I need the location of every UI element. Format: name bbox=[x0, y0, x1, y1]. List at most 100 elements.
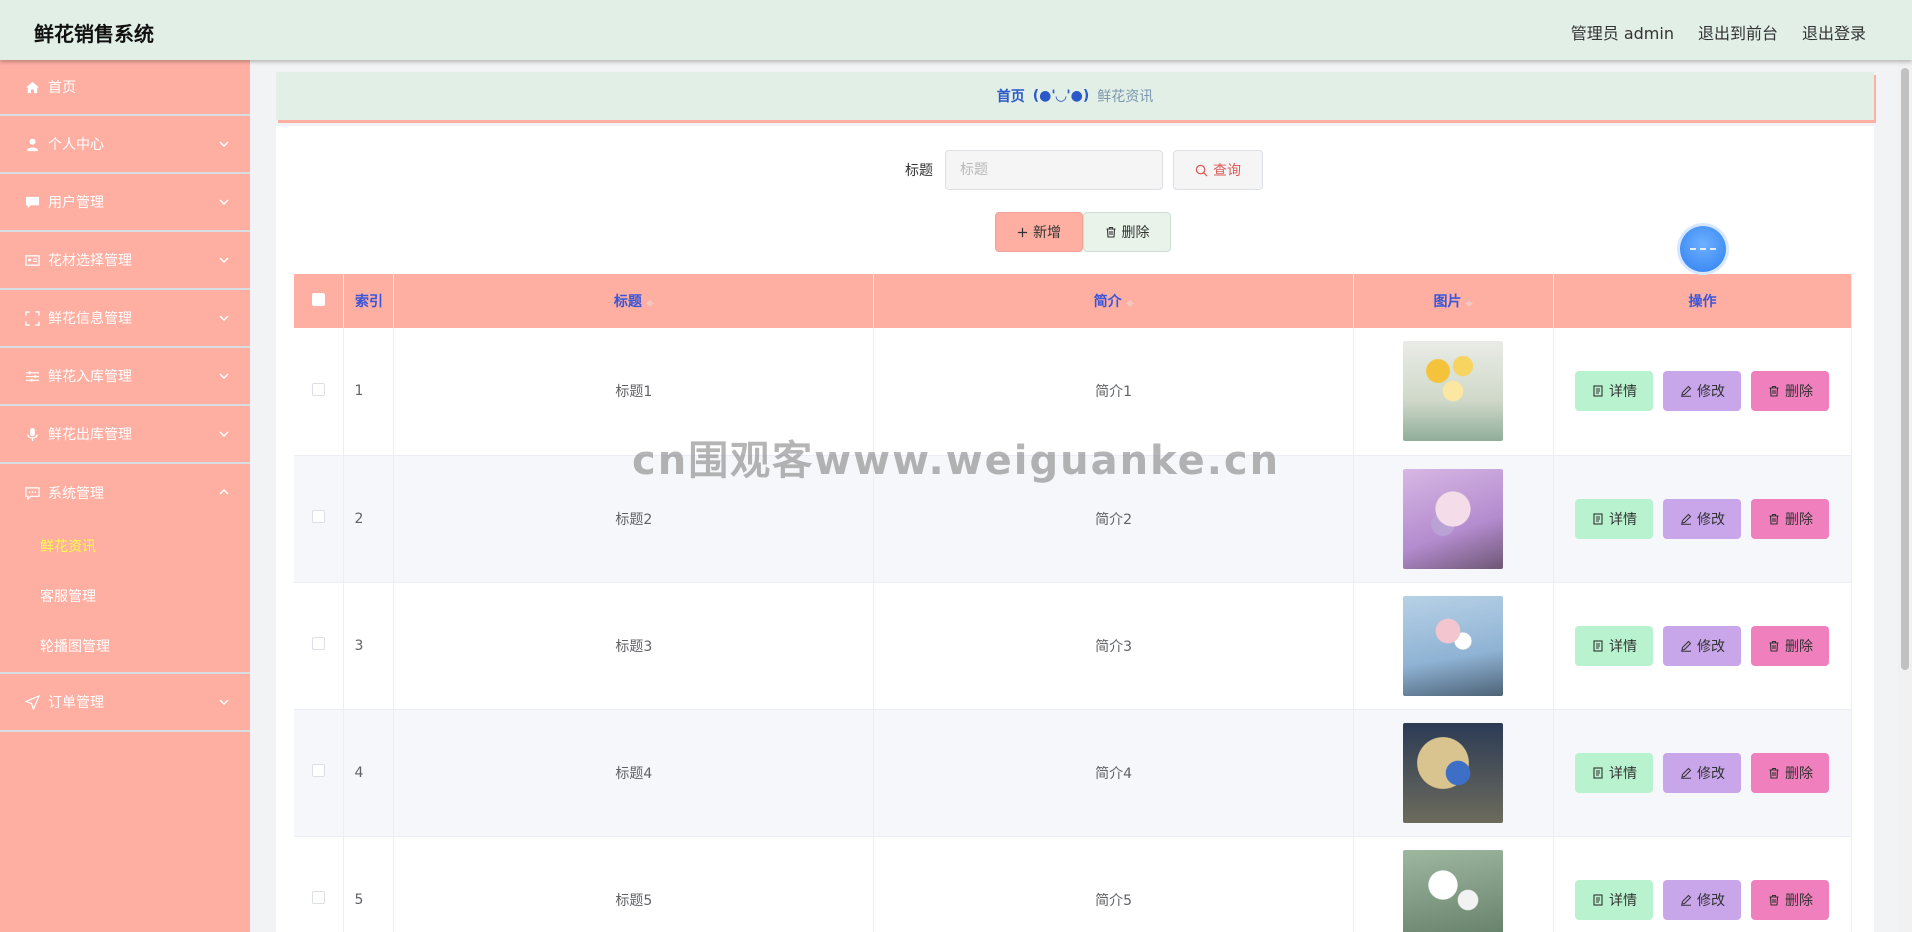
sidebar-item-label: 个人中心 bbox=[48, 137, 104, 153]
select-all-cell bbox=[294, 274, 345, 328]
message-icon bbox=[24, 485, 40, 501]
edit-button[interactable]: 修改 bbox=[1663, 752, 1742, 793]
sort-icon[interactable] bbox=[1125, 296, 1134, 308]
sidebar-item-label: 系统管理 bbox=[48, 486, 104, 502]
title-search-input[interactable] bbox=[945, 150, 1163, 190]
microphone-icon bbox=[24, 426, 40, 442]
row-image-cell bbox=[1353, 709, 1554, 837]
sidebar-item-label: 鲜花出库管理 bbox=[48, 427, 132, 443]
delete-button[interactable]: 删除 bbox=[1751, 498, 1830, 539]
delete-button[interactable]: 删除 bbox=[1751, 879, 1830, 920]
row-checkbox[interactable] bbox=[312, 637, 326, 650]
delete-button[interactable]: 删除 bbox=[1751, 752, 1830, 793]
sidebar-item-system[interactable]: 系统管理 bbox=[0, 464, 250, 522]
sort-icon[interactable] bbox=[1465, 296, 1474, 308]
id-card-icon bbox=[24, 252, 40, 268]
sidebar-subitem-flower-news[interactable]: 鲜花资讯 bbox=[0, 522, 250, 572]
edit-icon bbox=[1680, 386, 1692, 397]
sidebar-item-orders[interactable]: 订单管理 bbox=[0, 674, 250, 732]
edit-button[interactable]: 修改 bbox=[1663, 371, 1742, 412]
add-button[interactable]: 新增 bbox=[995, 212, 1083, 252]
delete-button[interactable]: 删除 bbox=[1751, 371, 1830, 412]
flower-thumbnail[interactable] bbox=[1403, 595, 1504, 696]
sidebar-subitem-customer-service[interactable]: 客服管理 bbox=[0, 572, 250, 622]
row-title: 标题5 bbox=[393, 836, 875, 932]
trash-icon bbox=[1106, 226, 1115, 238]
logout-link[interactable]: 退出登录 bbox=[1802, 20, 1866, 44]
chevron-up-icon bbox=[219, 489, 229, 495]
content-panel: 标题 查询 新增 删除 索引 标题 简介 图片 操作 bbox=[276, 126, 1874, 932]
sidebar-item-stock-out[interactable]: 鲜花出库管理 bbox=[0, 406, 250, 464]
table-row: 2 标题2 简介2 详情 修改 删除 bbox=[294, 455, 1853, 583]
sidebar-item-stock-in[interactable]: 鲜花入库管理 bbox=[0, 348, 250, 406]
app-title: 鲜花销售系统 bbox=[34, 22, 154, 46]
table-row: 1 标题1 简介1 详情 修改 删除 bbox=[294, 328, 1853, 456]
exit-to-front-link[interactable]: 退出到前台 bbox=[1698, 20, 1778, 44]
detail-button[interactable]: 详情 bbox=[1575, 371, 1654, 412]
flower-thumbnail[interactable] bbox=[1403, 341, 1504, 442]
detail-button[interactable]: 详情 bbox=[1575, 498, 1654, 539]
header-intro[interactable]: 简介 bbox=[873, 274, 1355, 328]
search-row: 标题 查询 bbox=[276, 150, 1874, 190]
header-index: 索引 bbox=[343, 274, 395, 328]
sidebar-item-home[interactable]: 首页 bbox=[0, 60, 250, 116]
edit-button[interactable]: 修改 bbox=[1663, 498, 1742, 539]
detail-button[interactable]: 详情 bbox=[1575, 625, 1654, 666]
select-all-checkbox[interactable] bbox=[312, 292, 326, 306]
page-scrollbar[interactable] bbox=[1898, 60, 1912, 932]
sidebar-item-flower-info[interactable]: 鲜花信息管理 bbox=[0, 290, 250, 348]
delete-button[interactable]: 删除 bbox=[1751, 625, 1830, 666]
scrollbar-thumb[interactable] bbox=[1901, 68, 1909, 670]
row-checkbox[interactable] bbox=[312, 510, 326, 523]
detail-button[interactable]: 详情 bbox=[1575, 752, 1654, 793]
detail-button-label: 详情 bbox=[1608, 384, 1637, 401]
batch-delete-button[interactable]: 删除 bbox=[1083, 212, 1171, 252]
chevron-down-icon bbox=[219, 257, 229, 263]
flower-thumbnail[interactable] bbox=[1403, 722, 1504, 823]
breadcrumb: 首页 (●'◡'●) 鲜花资讯 bbox=[276, 72, 1874, 120]
row-index: 3 bbox=[343, 582, 395, 710]
row-checkbox[interactable] bbox=[312, 891, 326, 904]
row-checkbox[interactable] bbox=[312, 764, 326, 777]
row-ops-cell: 详情 修改 删除 bbox=[1553, 709, 1853, 837]
floating-assistant-button[interactable] bbox=[1680, 226, 1726, 272]
action-row: 新增 删除 bbox=[276, 212, 1874, 252]
table-row: 5 标题5 简介5 详情 修改 删除 bbox=[294, 836, 1853, 932]
row-intro: 简介3 bbox=[873, 582, 1355, 710]
sliders-icon bbox=[24, 368, 40, 384]
sort-icon[interactable] bbox=[645, 296, 654, 308]
header-image[interactable]: 图片 bbox=[1353, 274, 1554, 328]
breadcrumb-home[interactable]: 首页 bbox=[997, 86, 1025, 106]
sidebar-item-label: 鲜花入库管理 bbox=[48, 369, 132, 385]
edit-button-label: 修改 bbox=[1696, 511, 1725, 528]
table-header-row: 索引 标题 简介 图片 操作 bbox=[294, 274, 1853, 328]
row-image-cell bbox=[1353, 582, 1554, 710]
delete-button-label: 删除 bbox=[1784, 638, 1813, 655]
sidebar-item-label: 鲜花信息管理 bbox=[48, 311, 132, 327]
sidebar-item-users[interactable]: 用户管理 bbox=[0, 174, 250, 232]
edit-button[interactable]: 修改 bbox=[1663, 625, 1742, 666]
sidebar-subitem-carousel[interactable]: 轮播图管理 bbox=[0, 622, 250, 672]
flower-thumbnail[interactable] bbox=[1403, 849, 1504, 932]
news-table: 索引 标题 简介 图片 操作 1 标题1 简介1 详情 修改 删除 2 标题2 … bbox=[294, 274, 1853, 932]
detail-button[interactable]: 详情 bbox=[1575, 879, 1654, 920]
trash-icon bbox=[1769, 640, 1779, 652]
edit-button-label: 修改 bbox=[1696, 892, 1725, 909]
edit-button[interactable]: 修改 bbox=[1663, 879, 1742, 920]
sidebar-item-flower-material[interactable]: 花材选择管理 bbox=[0, 232, 250, 290]
sidebar-item-personal[interactable]: 个人中心 bbox=[0, 116, 250, 174]
flower-thumbnail[interactable] bbox=[1403, 468, 1504, 569]
row-title: 标题1 bbox=[393, 328, 875, 456]
edit-icon bbox=[1680, 640, 1692, 652]
query-button[interactable]: 查询 bbox=[1173, 150, 1263, 190]
row-checkbox[interactable] bbox=[312, 382, 326, 396]
table-row: 4 标题4 简介4 详情 修改 删除 bbox=[294, 709, 1853, 837]
row-image-cell bbox=[1353, 455, 1554, 583]
row-select-cell bbox=[294, 709, 345, 837]
chat-icon bbox=[24, 194, 40, 210]
header-title[interactable]: 标题 bbox=[393, 274, 875, 328]
document-icon bbox=[1593, 512, 1603, 525]
row-intro: 简介1 bbox=[873, 328, 1355, 456]
sidebar-item-label: 花材选择管理 bbox=[48, 253, 132, 269]
edit-button-label: 修改 bbox=[1696, 765, 1725, 782]
